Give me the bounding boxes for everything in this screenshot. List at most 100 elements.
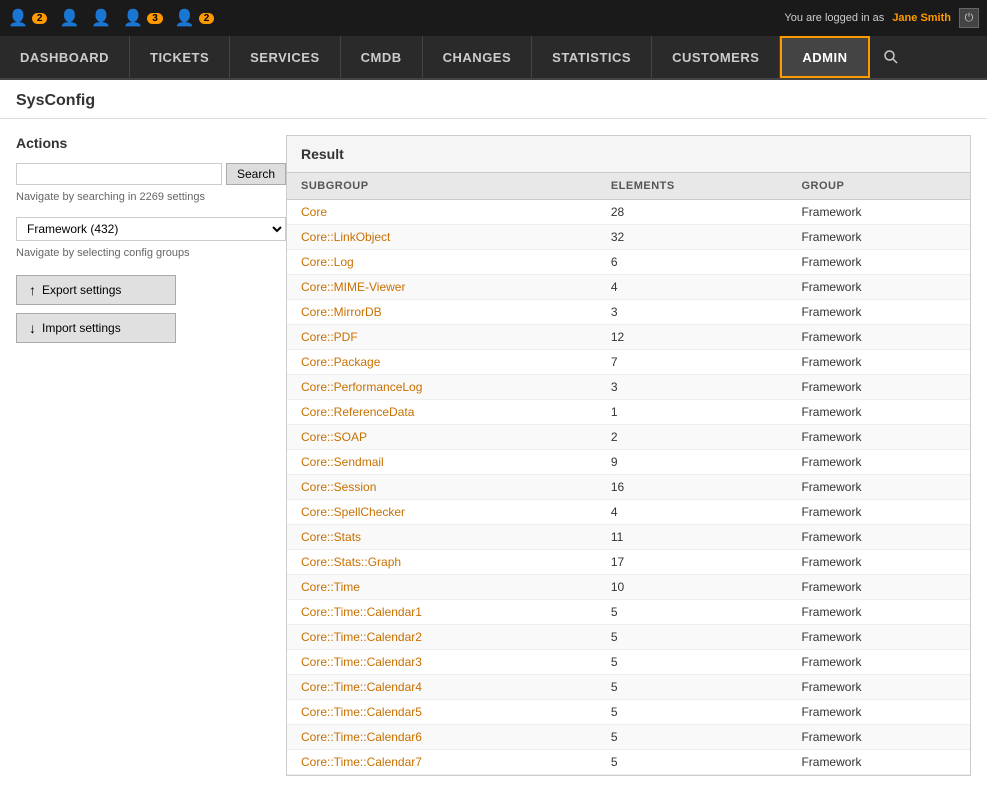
- subgroup-link[interactable]: Core: [301, 205, 327, 219]
- group-cell: Framework: [787, 375, 970, 400]
- avatar-groups: 👤 2 👤 👤 👤 3 👤 2: [8, 8, 214, 28]
- table-row: Core::Package7Framework: [287, 350, 970, 375]
- group-cell: Framework: [787, 650, 970, 675]
- col-elements: ELEMENTS: [597, 173, 788, 200]
- result-title: Result: [287, 136, 970, 173]
- export-label: Export settings: [42, 283, 121, 297]
- subgroup-link[interactable]: Core::MIME-Viewer: [301, 280, 405, 294]
- subgroup-link[interactable]: Core::Time: [301, 580, 360, 594]
- elements-cell: 6: [597, 250, 788, 275]
- subgroup-link[interactable]: Core::Package: [301, 355, 380, 369]
- avatar-group-2: 👤: [59, 8, 79, 28]
- avatar-group-3: 👤: [91, 8, 111, 28]
- nav-statistics[interactable]: STATISTICS: [532, 36, 652, 78]
- elements-cell: 4: [597, 500, 788, 525]
- export-icon: ↑: [29, 282, 36, 298]
- search-row: Search: [16, 163, 286, 185]
- table-row: Core::Log6Framework: [287, 250, 970, 275]
- badge-1: 2: [32, 13, 48, 24]
- user-icon-5: 👤: [175, 8, 195, 28]
- subgroup-cell: Core::PDF: [287, 325, 597, 350]
- subgroup-link[interactable]: Core::PerformanceLog: [301, 380, 422, 394]
- actions-title: Actions: [16, 135, 286, 151]
- col-group: GROUP: [787, 173, 970, 200]
- badge-5: 2: [199, 13, 215, 24]
- subgroup-link[interactable]: Core::Time::Calendar2: [301, 630, 422, 644]
- table-row: Core::PDF 12Framework: [287, 325, 970, 350]
- elements-cell: 5: [597, 625, 788, 650]
- subgroup-cell: Core::Stats::Graph: [287, 550, 597, 575]
- elements-cell: 11: [597, 525, 788, 550]
- nav-search-button[interactable]: [870, 36, 912, 78]
- table-row: Core::Time::Calendar45Framework: [287, 675, 970, 700]
- nav-changes[interactable]: CHANGES: [423, 36, 533, 78]
- group-cell: Framework: [787, 550, 970, 575]
- elements-cell: 3: [597, 375, 788, 400]
- subgroup-link[interactable]: Core::Stats: [301, 530, 361, 544]
- subgroup-cell: Core::Time: [287, 575, 597, 600]
- avatar-group-1: 👤 2: [8, 8, 47, 28]
- table-header: SUBGROUP ELEMENTS GROUP: [287, 173, 970, 200]
- table-row: Core::Time10Framework: [287, 575, 970, 600]
- elements-cell: 4: [597, 275, 788, 300]
- group-cell: Framework: [787, 725, 970, 750]
- subgroup-link[interactable]: Core::Sendmail: [301, 455, 384, 469]
- search-input[interactable]: [16, 163, 222, 185]
- search-icon: [882, 48, 900, 66]
- result-panel: Result SUBGROUP ELEMENTS GROUP Core28Fra…: [286, 135, 971, 776]
- logged-in-text: You are logged in as: [784, 12, 884, 24]
- subgroup-cell: Core::PerformanceLog: [287, 375, 597, 400]
- subgroup-link[interactable]: Core::Stats::Graph: [301, 555, 401, 569]
- group-cell: Framework: [787, 575, 970, 600]
- import-settings-button[interactable]: ↓ Import settings: [16, 313, 176, 343]
- subgroup-link[interactable]: Core::Session: [301, 480, 376, 494]
- nav-tickets[interactable]: TICKETS: [130, 36, 230, 78]
- nav-admin[interactable]: ADMIN: [780, 36, 869, 78]
- group-cell: Framework: [787, 475, 970, 500]
- elements-cell: 12: [597, 325, 788, 350]
- subgroup-link[interactable]: Core::Time::Calendar7: [301, 755, 422, 769]
- table-row: Core::PerformanceLog 3Framework: [287, 375, 970, 400]
- power-button[interactable]: ⏻: [959, 8, 979, 28]
- elements-cell: 5: [597, 700, 788, 725]
- avatar-group-4: 👤 3: [123, 8, 162, 28]
- nav-dashboard[interactable]: DASHBOARD: [0, 36, 130, 78]
- nav-services[interactable]: SERVICES: [230, 36, 341, 78]
- subgroup-link[interactable]: Core::LinkObject: [301, 230, 390, 244]
- subgroup-link[interactable]: Core::Time::Calendar5: [301, 705, 422, 719]
- username: Jane Smith: [892, 12, 951, 24]
- user-icon-3: 👤: [91, 8, 111, 28]
- nav-cmdb[interactable]: CMDB: [341, 36, 423, 78]
- group-cell: Framework: [787, 625, 970, 650]
- subgroup-cell: Core::Session: [287, 475, 597, 500]
- elements-cell: 3: [597, 300, 788, 325]
- subgroup-link[interactable]: Core::MirrorDB: [301, 305, 382, 319]
- nav-bar: DASHBOARD TICKETS SERVICES CMDB CHANGES …: [0, 36, 987, 80]
- group-cell: Framework: [787, 200, 970, 225]
- subgroup-link[interactable]: Core::Time::Calendar6: [301, 730, 422, 744]
- subgroup-link[interactable]: Core::PDF: [301, 330, 358, 344]
- subgroup-link[interactable]: Core::SOAP: [301, 430, 367, 444]
- elements-cell: 9: [597, 450, 788, 475]
- subgroup-cell: Core::MIME-Viewer: [287, 275, 597, 300]
- subgroup-link[interactable]: Core::SpellChecker: [301, 505, 405, 519]
- table-row: Core::Time::Calendar2 5Framework: [287, 625, 970, 650]
- elements-cell: 5: [597, 725, 788, 750]
- group-select[interactable]: Framework (432): [16, 217, 286, 241]
- header-row: SUBGROUP ELEMENTS GROUP: [287, 173, 970, 200]
- group-cell: Framework: [787, 350, 970, 375]
- subgroup-link[interactable]: Core::Log: [301, 255, 354, 269]
- export-settings-button[interactable]: ↑ Export settings: [16, 275, 176, 305]
- user-icon-2: 👤: [59, 8, 79, 28]
- subgroup-link[interactable]: Core::ReferenceData: [301, 405, 414, 419]
- subgroup-link[interactable]: Core::Time::Calendar3: [301, 655, 422, 669]
- subgroup-link[interactable]: Core::Time::Calendar4: [301, 680, 422, 694]
- table-row: Core::SpellChecker4Framework: [287, 500, 970, 525]
- group-cell: Framework: [787, 325, 970, 350]
- nav-customers[interactable]: CUSTOMERS: [652, 36, 780, 78]
- table-row: Core::Time::Calendar15Framework: [287, 600, 970, 625]
- group-cell: Framework: [787, 425, 970, 450]
- subgroup-link[interactable]: Core::Time::Calendar1: [301, 605, 422, 619]
- subgroup-cell: Core::ReferenceData: [287, 400, 597, 425]
- search-button[interactable]: Search: [226, 163, 286, 185]
